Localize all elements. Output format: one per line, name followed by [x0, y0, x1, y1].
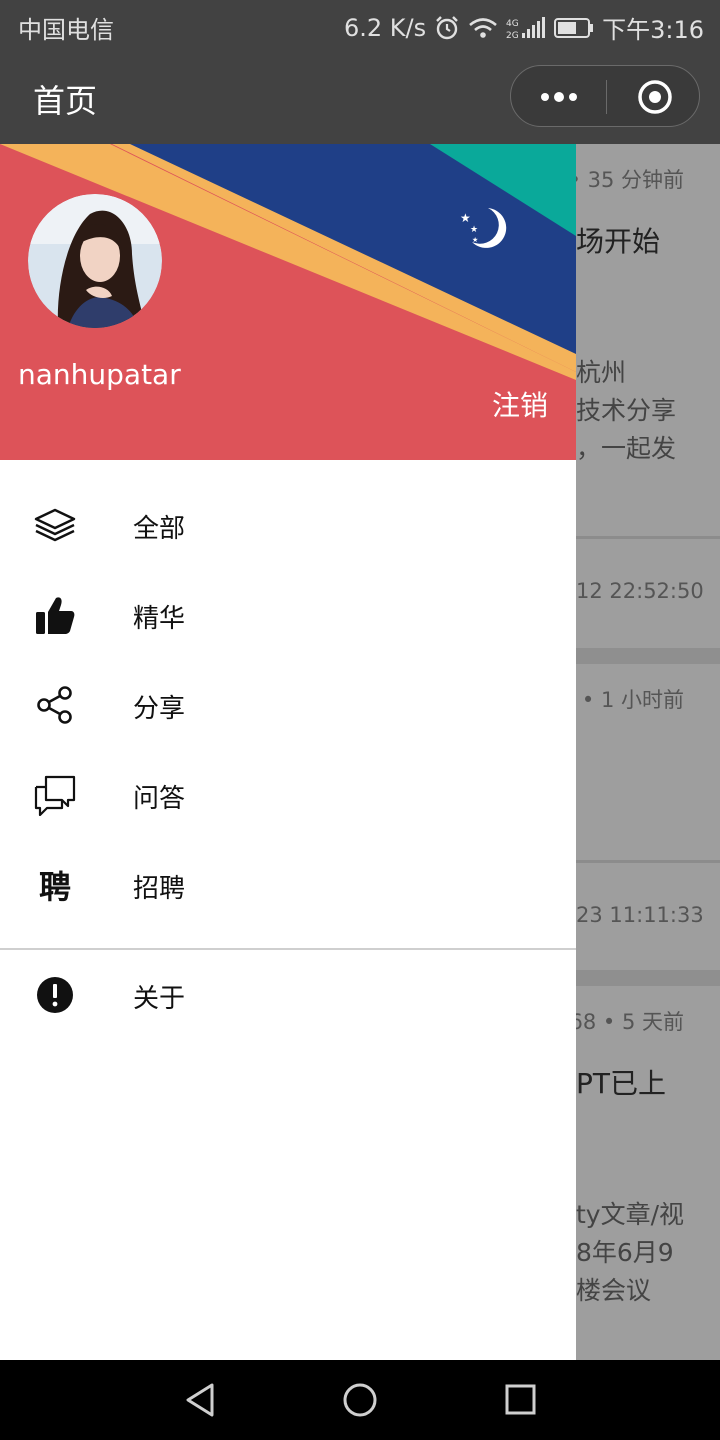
card-body-line: 技术分享 [576, 396, 677, 425]
card-body-line: 8年6月9 [576, 1238, 674, 1267]
menu-item-job[interactable]: 聘 招聘 [0, 840, 576, 930]
feed-card[interactable]: • 1 小时前 [576, 664, 720, 860]
card-body-line: ty文章/视 [576, 1200, 685, 1229]
menu-item-label: 关于 [133, 984, 186, 1014]
menu-item-label: 分享 [133, 694, 186, 724]
card-time: 12 22:52:50 [576, 579, 704, 603]
nav-bar: 首页 [0, 50, 720, 144]
card-separator [576, 648, 720, 664]
feed-card[interactable]: 68 • 5 天前 PT已上 ty文章/视 8年6月9 楼会议 [576, 986, 720, 1360]
system-nav-bar [0, 1360, 720, 1440]
card-title: 场开始 [576, 225, 661, 258]
chat-bubbles-icon [34, 775, 76, 816]
card-meta: • 35 分钟前 [576, 168, 684, 192]
menu-item-good[interactable]: 精华 [0, 570, 576, 660]
recruit-icon: 聘 [39, 868, 71, 906]
logout-button[interactable]: 注销 [492, 384, 548, 424]
feed-card[interactable]: 12 22:52:50 [576, 539, 720, 645]
svg-text:4G: 4G [506, 19, 519, 29]
miniprogram-capsule [510, 65, 700, 127]
network-speed: 6.2 K/s [343, 13, 427, 42]
svg-text:2G: 2G [506, 31, 519, 40]
card-separator [576, 970, 720, 986]
alarm-icon [436, 15, 458, 39]
username: nanhupatar [18, 358, 181, 391]
battery-icon [554, 17, 594, 38]
card-time: 23 11:11:33 [576, 903, 704, 927]
menu-divider [0, 948, 576, 950]
avatar[interactable] [28, 194, 162, 328]
svg-text:★: ★ [472, 236, 478, 244]
svg-text:★: ★ [460, 211, 471, 225]
side-drawer: ★ ★ ★ nanhupatar 注销 全部 精华 分享 问答 聘 招聘 关于 [0, 144, 576, 1360]
recents-icon[interactable] [504, 1382, 536, 1418]
menu-item-label: 精华 [133, 604, 186, 634]
back-icon[interactable] [184, 1382, 216, 1418]
card-meta: 68 • 5 天前 [576, 1010, 684, 1034]
menu-item-share[interactable]: 分享 [0, 660, 576, 750]
menu-item-all[interactable]: 全部 [0, 480, 576, 570]
share-icon [37, 686, 72, 724]
card-meta: • 1 小时前 [581, 688, 684, 712]
capsule-divider [606, 80, 607, 114]
feed-card[interactable]: • 35 分钟前 场开始 杭州 技术分享 ，一起发 [576, 144, 720, 536]
carrier-label: 中国电信 [18, 16, 114, 44]
close-miniprogram-icon[interactable] [637, 79, 673, 115]
menu-item-label: 全部 [133, 514, 186, 544]
card-body-line: 楼会议 [576, 1276, 652, 1305]
menu-item-about[interactable]: 关于 [0, 950, 576, 1040]
more-icon[interactable] [539, 87, 579, 107]
svg-text:聘: 聘 [39, 868, 71, 906]
svg-text:★: ★ [470, 225, 478, 235]
card-body-line: 杭州 [576, 358, 627, 387]
clock: 下午3:16 [602, 16, 704, 44]
layers-icon [34, 508, 76, 542]
feed-card[interactable]: 23 11:11:33 [576, 863, 720, 969]
card-body-line: ，一起发 [576, 434, 677, 463]
topic-feed: • 35 分钟前 场开始 杭州 技术分享 ，一起发 12 22:52:50 • … [576, 144, 720, 1360]
thumbs-up-icon [36, 597, 75, 634]
menu-item-label: 问答 [133, 784, 186, 814]
menu-item-label: 招聘 [133, 874, 186, 904]
drawer-header: ★ ★ ★ nanhupatar 注销 [0, 144, 576, 460]
wifi-icon [469, 17, 497, 38]
status-bar: 中国电信 6.2 K/s 4G 2G 下午3:16 [0, 0, 720, 50]
menu-item-ask[interactable]: 问答 [0, 750, 576, 840]
status-right: 6.2 K/s 4G 2G 下午3:16 [344, 10, 704, 45]
card-title: PT已上 [576, 1067, 666, 1100]
info-icon [37, 977, 73, 1013]
night-mode-icon[interactable]: ★ ★ ★ [458, 202, 510, 254]
signal-icon: 4G 2G [506, 16, 546, 40]
page-title: 首页 [33, 82, 98, 120]
home-icon[interactable] [342, 1382, 378, 1418]
